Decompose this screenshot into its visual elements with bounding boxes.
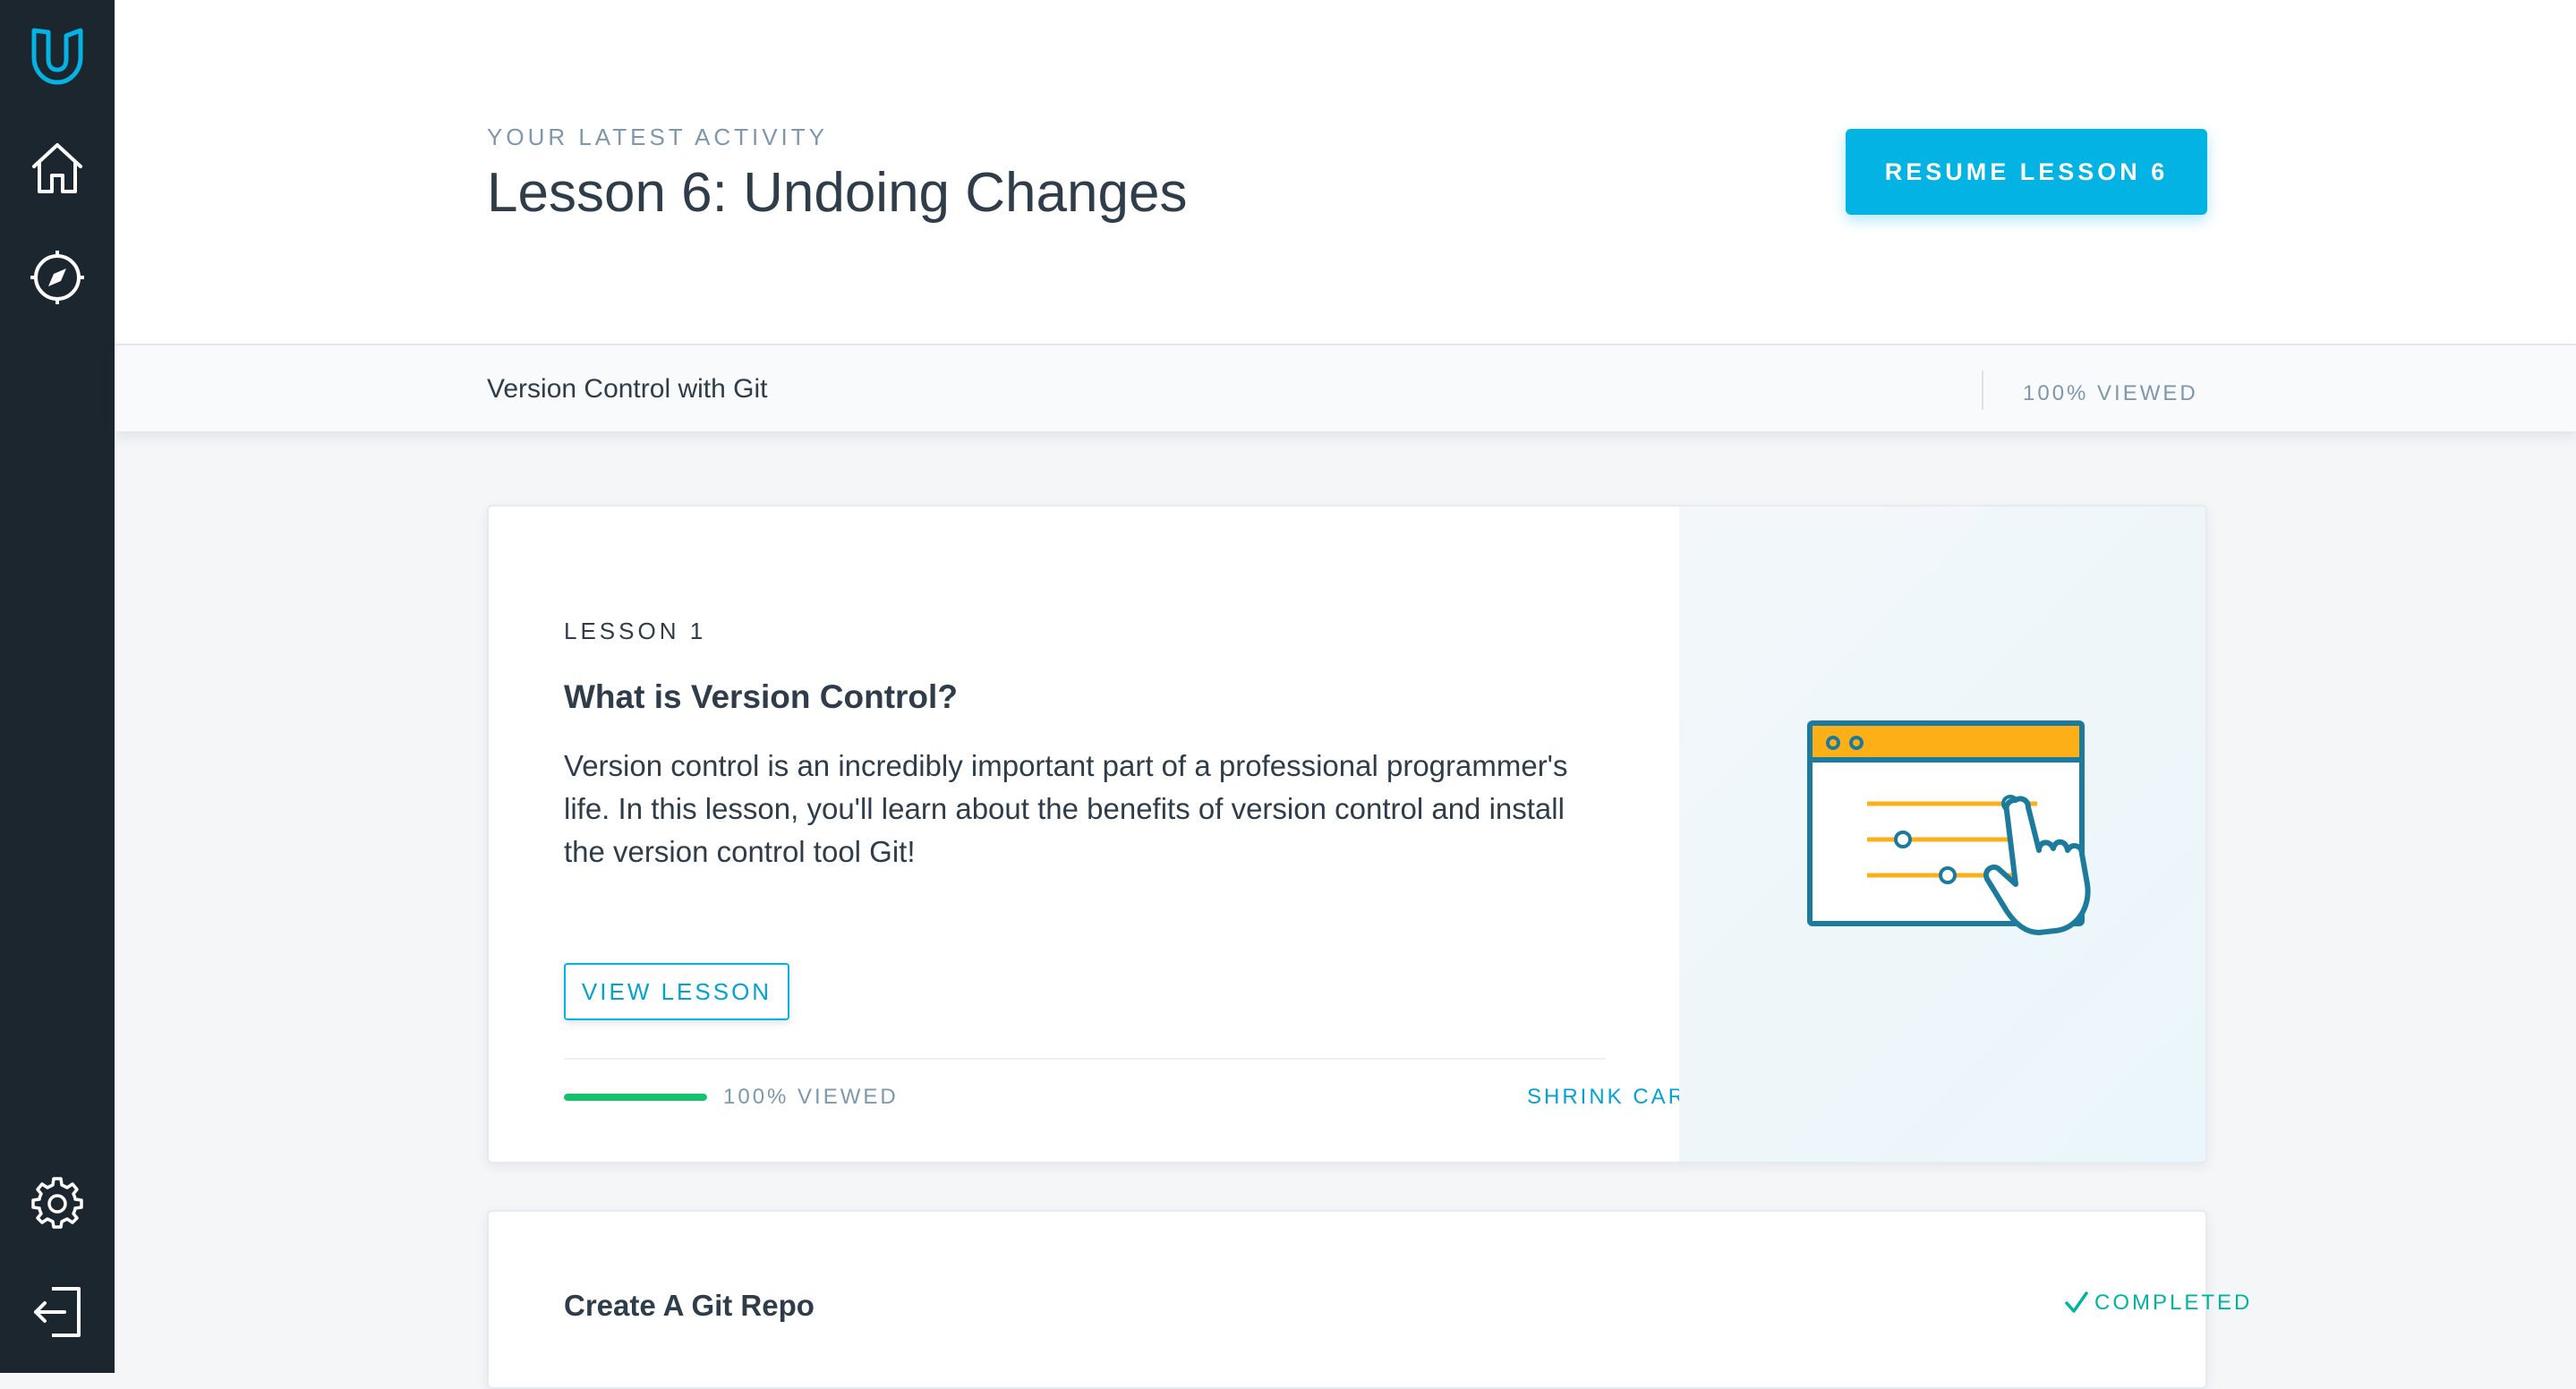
shrink-card-link[interactable]: SHRINK CARD <box>1527 1085 1702 1110</box>
lesson-title: Create A Git Repo <box>564 1289 815 1322</box>
lesson-description: Version control is an incredibly importa… <box>564 749 1568 868</box>
course-name: Version Control with Git <box>487 374 768 404</box>
course-progress-text: 100% VIEWED <box>2023 381 2198 405</box>
resume-lesson-button[interactable]: RESUME LESSON 6 <box>1846 129 2207 215</box>
course-bar: Version Control with Git 100% VIEWED <box>115 344 2576 431</box>
home-icon[interactable] <box>21 132 93 204</box>
page-title: Lesson 6: Undoing Changes <box>487 162 1188 224</box>
completed-status: COMPLETED <box>2064 1291 2252 1316</box>
lesson-progress-bar <box>564 1094 707 1101</box>
udacity-logo-icon[interactable] <box>21 21 93 93</box>
lesson-card-content: LESSON 1 What is Version Control? Versio… <box>489 507 1702 1162</box>
checkmark-icon <box>2065 1291 2088 1313</box>
lesson-card-collapsed[interactable]: Create A Git Repo COMPLETED <box>487 1210 2249 1389</box>
gear-icon[interactable] <box>21 1167 93 1239</box>
lesson-progress-fill <box>564 1094 707 1101</box>
completed-status-text: COMPLETED <box>2094 1291 2253 1315</box>
compass-icon[interactable] <box>21 242 93 313</box>
view-lesson-button[interactable]: VIEW LESSON <box>564 963 789 1020</box>
latest-activity-header: YOUR LATEST ACTIVITY Lesson 6: Undoing C… <box>115 0 2576 344</box>
divider <box>564 1058 1606 1060</box>
lesson-card-expanded: LESSON 1 What is Version Control? Versio… <box>487 505 2207 1163</box>
sidebar <box>0 0 115 1373</box>
lesson-illustration-panel <box>1679 507 2205 1162</box>
logout-icon[interactable] <box>21 1276 93 1348</box>
lesson-progress-text: 100% VIEWED <box>723 1085 899 1109</box>
lesson-number-label: LESSON 1 <box>564 618 707 644</box>
divider <box>1982 371 1983 410</box>
main-content: YOUR LATEST ACTIVITY Lesson 6: Undoing C… <box>115 0 2576 1389</box>
lesson-title: What is Version Control? <box>564 678 958 715</box>
activity-eyebrow: YOUR LATEST ACTIVITY <box>487 124 828 150</box>
browser-slider-hand-illustration <box>1807 720 2091 935</box>
